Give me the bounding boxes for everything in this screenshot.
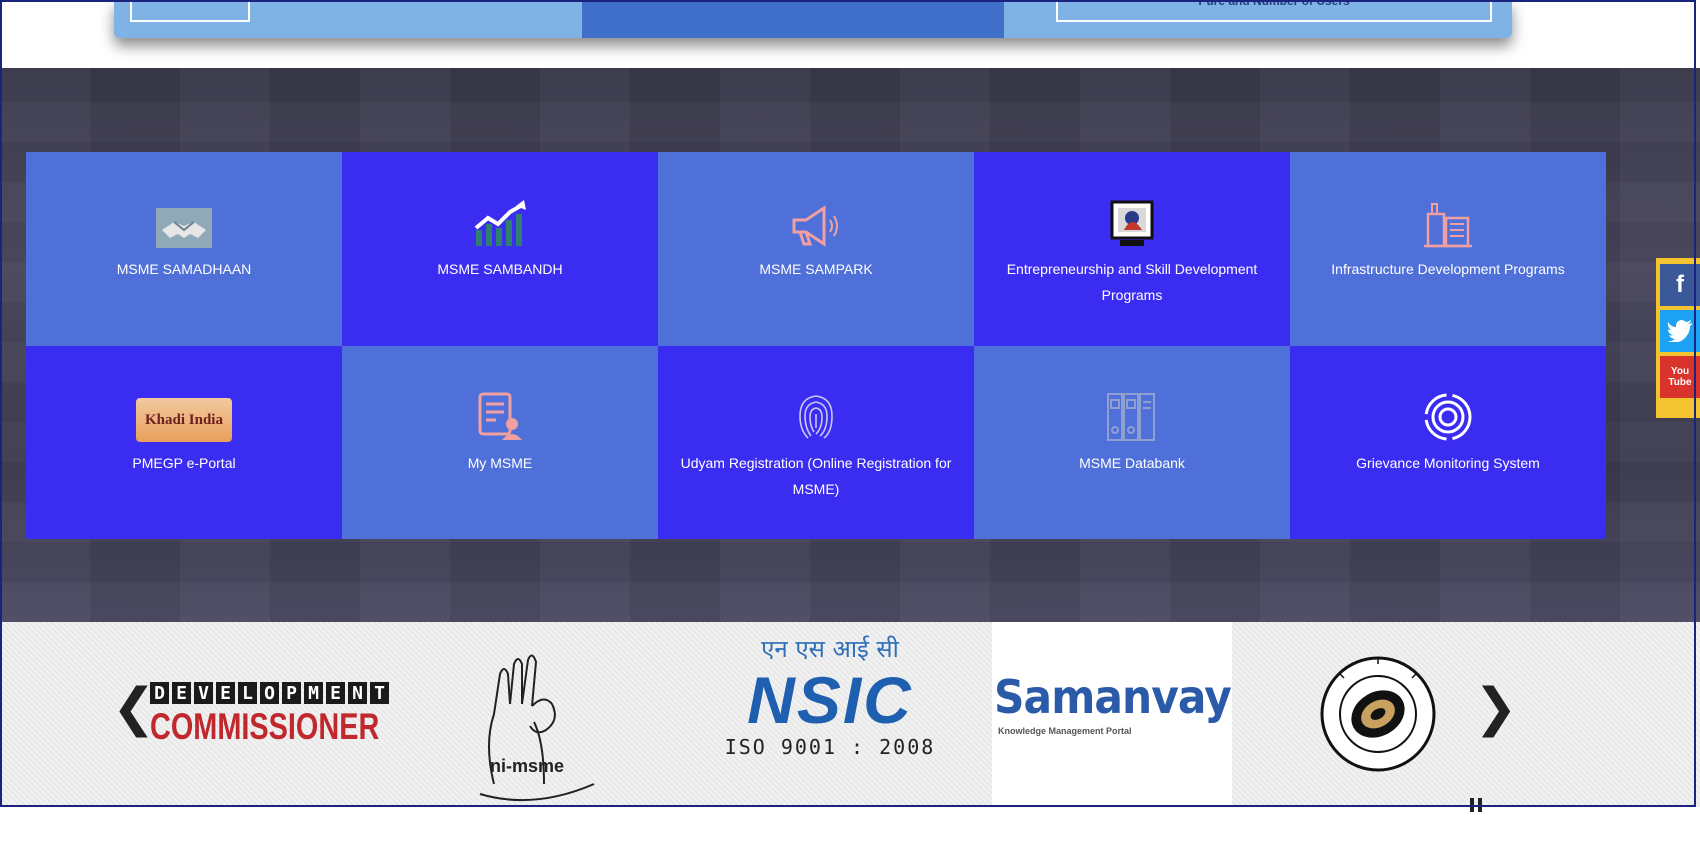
tile-infrastructure-development[interactable]: Infrastructure Development Programs [1290,152,1606,346]
youtube-button[interactable]: You Tube [1660,356,1700,398]
logo-development-commissioner[interactable]: DEVELOPMENT COMMISSIONER [150,682,444,867]
buildings-icon [1424,203,1472,248]
nsic-iso-text: ISO 9001 : 2008 [724,735,936,759]
twitter-icon [1667,320,1692,342]
tile-label: PMEGP e-Portal [132,455,236,471]
tile-msme-sambandh[interactable]: MSME SAMBANDH [342,152,658,346]
hand-gesture-icon [479,654,595,802]
coir-board-seal [1320,656,1436,772]
dc-logo-bottom: COMMISSIONER [150,706,380,747]
stats-card-middle-segment [582,0,1004,38]
tile-label: Grievance Monitoring System [1356,455,1540,471]
dc-logo-letter: O [260,682,279,704]
social-sidebar: f You Tube [1656,258,1700,418]
tile-label: Entrepreneurship and Skill Development P… [1006,261,1258,303]
twitter-button[interactable] [1660,310,1700,352]
tile-label: MSME SAMPARK [759,261,873,277]
dc-logo-letter: E [216,682,235,704]
top-strip: Pure and Number of Users [0,0,1700,68]
tile-entrepreneurship-skill[interactable]: Entrepreneurship and Skill Development P… [974,152,1290,346]
carousel-pause-bar[interactable] [1470,798,1474,812]
logo-coir-board[interactable] [1320,650,1436,780]
fingerprint-icon [799,395,833,439]
tile-msme-sampark[interactable]: MSME SAMPARK [658,152,974,346]
dc-logo-letter: P [282,682,301,704]
stats-box-right-text: Pure and Number of Users [1198,0,1350,8]
growth-chart-icon [474,200,526,246]
khadi-india-logo: Khadi India [136,398,232,442]
dc-logo-letter: D [150,682,169,704]
tile-label: My MSME [467,455,533,471]
carousel-next-button[interactable]: ❯ [1474,682,1518,734]
tile-pmegp-eportal[interactable]: Khadi India PMEGP e-Portal [26,346,342,539]
tile-my-msme[interactable]: My MSME [342,346,658,539]
carousel-pause-bar[interactable] [1478,798,1482,812]
facebook-button[interactable]: f [1660,264,1700,306]
tile-msme-databank[interactable]: MSME Databank [974,346,1290,539]
youtube-icon-bottom: Tube [1668,377,1692,388]
services-grid: MSME SAMADHAAN MSME SAMBANDH MSME SAMPAR… [26,152,1606,539]
dc-logo-letter: E [172,682,191,704]
logo-ni-msme[interactable]: ni-msme [474,634,634,804]
stats-box-left [130,0,250,22]
tile-label: MSME SAMBANDH [437,261,563,277]
tile-msme-samadhaan[interactable]: MSME SAMADHAAN [26,152,342,346]
youtube-icon-top: You [1670,366,1690,377]
stats-card-partial: Pure and Number of Users [114,0,1512,38]
dc-logo-top: DEVELOPMENT [150,682,444,704]
nsic-hindi-text: एन एस आई सी [761,635,899,663]
dc-logo-letter: M [304,682,323,704]
partner-logos-carousel: ❮ DEVELOPMENT COMMISSIONER ni-msme एन एस… [0,622,1700,812]
nimsme-logo-text: ni-msme [490,756,565,776]
logo-samanvay[interactable]: Samanvay Knowledge Management Portal [992,622,1232,807]
logo-nsic[interactable]: एन एस आई सी NSIC ISO 9001 : 2008 [724,632,936,802]
samanvay-logo-text: Samanvay [994,670,1232,724]
file-cabinet-icon [1107,393,1155,441]
tile-udyam-registration[interactable]: Udyam Registration (Online Registration … [658,346,974,539]
megaphone-icon [792,205,838,247]
tile-grievance-monitoring[interactable]: Grievance Monitoring System [1290,346,1606,539]
dc-logo-letter: L [238,682,257,704]
youtube-icon: You Tube [1668,366,1691,388]
dc-logo-letter: E [326,682,345,704]
tile-label: MSME Databank [1079,455,1185,471]
stats-box-right: Pure and Number of Users [1056,0,1492,22]
handshake-icon [156,208,212,248]
tile-label: MSME SAMADHAAN [116,261,252,277]
tile-label: Infrastructure Development Programs [1331,261,1565,277]
nsic-logo-text: NSIC [747,663,913,737]
target-rings-icon [1424,393,1472,441]
dc-logo-letter: N [348,682,367,704]
dc-logo-letter: V [194,682,213,704]
computer-training-icon [1110,200,1154,246]
user-document-icon [478,392,522,440]
dc-logo-letter: T [370,682,389,704]
samanvay-subtitle: Knowledge Management Portal [998,726,1132,736]
khadi-india-logo-text: Khadi India [145,411,223,428]
tile-label: Udyam Registration (Online Registration … [680,455,952,497]
facebook-icon: f [1676,271,1684,298]
